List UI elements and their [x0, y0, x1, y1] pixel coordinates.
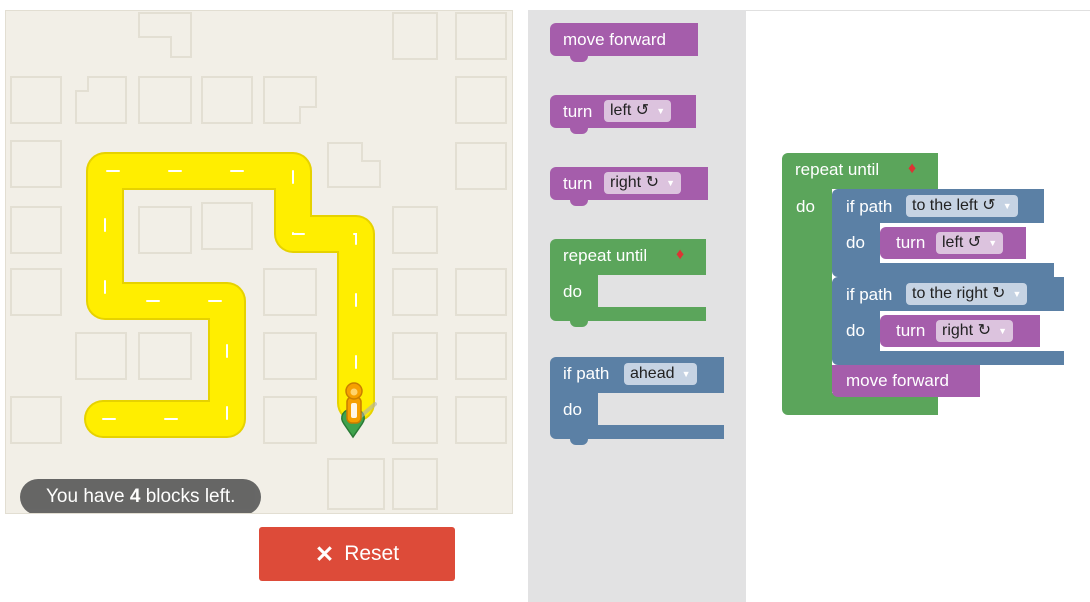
dropdown-value: to the left ↺: [912, 197, 996, 214]
blocks-left-counter: You have 4 blocks left.: [20, 479, 262, 513]
dropdown-value: ahead: [630, 365, 675, 382]
move-forward-label: move forward: [563, 30, 666, 49]
reset-label: Reset: [344, 542, 400, 565]
do-label: do: [563, 282, 582, 301]
program-move-forward-block[interactable]: move forward: [832, 365, 980, 397]
chevron-down-icon: ▼: [666, 178, 675, 188]
do-label: do: [796, 197, 815, 216]
dropdown-value: to the right ↻: [912, 285, 1006, 302]
chevron-down-icon: ▼: [656, 106, 666, 116]
program-turn-right-block[interactable]: turn right ↻ ▼: [880, 315, 1040, 347]
map-buildings: [10, 12, 507, 510]
goal-pin-icon: ♦: [908, 160, 917, 177]
workspace-border: [746, 10, 1090, 11]
repeat-until-label: repeat until: [563, 246, 648, 265]
program-if-path-right-block[interactable]: if path to the right ↻ ▼ do turn right ↻…: [832, 277, 1064, 365]
if-path-label: if path: [846, 197, 893, 216]
turn-label: turn: [563, 102, 593, 121]
turn-label: turn: [896, 233, 926, 252]
block-notch: [570, 200, 588, 206]
turn-left-dropdown[interactable]: left ↺ ▼: [936, 232, 1004, 254]
dropdown-value: left ↺: [942, 234, 982, 251]
if-path-label: if path: [563, 364, 610, 383]
do-label: do: [846, 321, 865, 340]
move-forward-label: move forward: [846, 371, 949, 390]
maze-board: You have 4 blocks left.: [5, 10, 513, 514]
chevron-down-icon: ▼: [988, 238, 998, 248]
program-turn-left-block[interactable]: turn left ↺ ▼: [880, 227, 1026, 259]
do-label: do: [563, 400, 582, 419]
turn-label: turn: [563, 174, 593, 193]
counter-prefix: You have: [46, 486, 125, 507]
dropdown-value: left ↺: [610, 102, 650, 119]
maze-path: [84, 152, 375, 438]
repeat-until-label: repeat until: [795, 160, 880, 179]
toolbox-if-path-block[interactable]: if path ahead ▼ do: [550, 357, 724, 445]
if-path-left-dropdown[interactable]: to the left ↺ ▼: [906, 195, 1018, 217]
toolbox-turn-right-block[interactable]: turn right ↻ ▼: [550, 167, 708, 206]
block-toolbox: move forward turn left ↺ ▼ turn right ↻ …: [528, 10, 746, 602]
dropdown-value: right ↻: [610, 174, 659, 191]
goal-pin-icon: ♦: [676, 246, 685, 263]
reset-button[interactable]: ✕ Reset: [259, 527, 455, 581]
dropdown-value: right ↻: [942, 322, 991, 339]
blocks-left-count: 4: [129, 486, 141, 507]
do-label: do: [846, 233, 865, 252]
chevron-down-icon: ▼: [681, 369, 691, 379]
turn-label: turn: [896, 321, 926, 340]
block-notch: [570, 321, 588, 327]
toolbox-turn-left-block[interactable]: turn left ↺ ▼: [550, 95, 696, 134]
counter-suffix: blocks left.: [145, 486, 236, 507]
turn-left-dropdown[interactable]: left ↺ ▼: [604, 100, 672, 122]
block-notch: [570, 56, 588, 62]
block-notch: [570, 128, 588, 134]
block-notch: [570, 439, 588, 445]
turn-right-dropdown[interactable]: right ↻ ▼: [936, 320, 1013, 342]
chevron-down-icon: ▼: [998, 326, 1007, 336]
if-path-label: if path: [846, 285, 893, 304]
toolbox-repeat-until-block[interactable]: repeat until ♦ do: [550, 239, 706, 327]
program-if-path-left-block[interactable]: if path to the left ↺ ▼ do turn left ↺ ▼: [832, 189, 1054, 277]
close-icon: ✕: [314, 540, 335, 567]
if-path-right-dropdown[interactable]: to the right ↻ ▼: [906, 283, 1028, 305]
program-repeat-until-block[interactable]: repeat until ♦ do if path to the left ↺ …: [782, 153, 1066, 417]
chevron-down-icon: ▼: [1002, 201, 1012, 211]
chevron-down-icon: ▼: [1012, 289, 1022, 299]
toolbox-move-forward-block[interactable]: move forward: [550, 23, 698, 62]
if-path-dropdown[interactable]: ahead ▼: [624, 363, 697, 385]
turn-right-dropdown[interactable]: right ↻ ▼: [604, 172, 681, 194]
pegman-avatar: [345, 382, 363, 424]
maze-map: [10, 12, 507, 510]
